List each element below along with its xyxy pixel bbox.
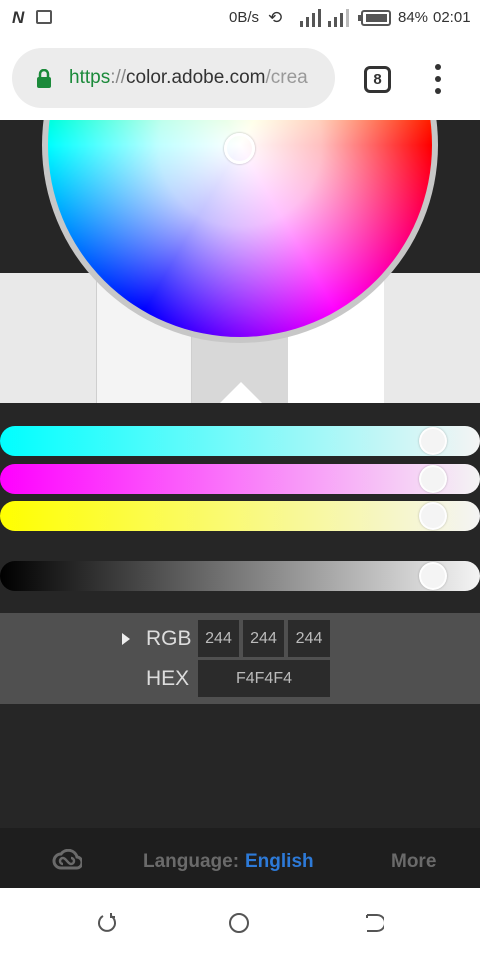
rgb-label[interactable]: RGB [146, 627, 192, 651]
expand-triangle-icon[interactable] [122, 633, 130, 645]
url-path: /crea [265, 67, 308, 88]
back-icon[interactable] [362, 912, 384, 934]
url-protocol: https [69, 67, 111, 88]
magenta-slider[interactable] [0, 464, 480, 494]
selected-swatch-indicator [219, 382, 263, 403]
battery-percent: 84% [398, 9, 429, 26]
rotate-icon: ⟲ [268, 8, 283, 27]
clock: 02:01 [433, 9, 471, 26]
blue-value-field[interactable]: 244 [288, 620, 330, 657]
navigation-bar [0, 888, 480, 960]
magenta-slider-handle[interactable] [419, 465, 447, 493]
screen: N 0B/s ⟲ 84% 02:01 https://color.adobe.c… [0, 0, 480, 960]
browser-toolbar: https://color.adobe.com/crea 8 [0, 36, 480, 120]
more-link[interactable]: More [391, 851, 436, 873]
footer: Language: English More [0, 828, 480, 888]
hex-label: HEX [146, 667, 190, 690]
black-slider-handle[interactable] [419, 562, 447, 590]
battery-icon [358, 10, 391, 26]
screencast-icon [36, 10, 52, 24]
recents-icon[interactable] [96, 912, 118, 934]
signal-icon-2 [328, 9, 349, 27]
cyan-slider-handle[interactable] [419, 427, 447, 455]
signal-icon [300, 9, 321, 27]
language-label: Language: [143, 851, 240, 872]
url-bar[interactable]: https://color.adobe.com/crea [12, 48, 335, 108]
color-swatch[interactable] [384, 273, 480, 403]
home-icon[interactable] [228, 912, 250, 934]
cyan-slider[interactable] [0, 426, 480, 456]
more-options-icon[interactable] [428, 64, 448, 94]
lock-icon [37, 69, 51, 88]
color-wheel-area [0, 120, 480, 403]
url-host: color.adobe.com [126, 67, 266, 88]
tab-switcher-button[interactable]: 8 [364, 66, 391, 93]
hex-value-field[interactable]: F4F4F4 [198, 660, 330, 697]
yellow-slider-handle[interactable] [419, 502, 447, 530]
color-sliders [0, 403, 480, 613]
black-slider[interactable] [0, 561, 480, 591]
color-swatch[interactable] [0, 273, 96, 403]
empty-area [0, 704, 480, 828]
red-value-field[interactable]: 244 [198, 620, 239, 657]
color-wheel-handle[interactable] [224, 133, 255, 164]
creative-cloud-icon[interactable] [52, 849, 82, 871]
url-text: https://color.adobe.com/crea [69, 48, 331, 108]
language-selector[interactable]: English [245, 851, 314, 873]
notification-icon: N [12, 8, 25, 27]
url-separator: :// [110, 67, 127, 88]
yellow-slider[interactable] [0, 501, 480, 531]
status-bar: N 0B/s ⟲ 84% 02:01 [0, 0, 480, 36]
color-values-panel: RGB 244 244 244 HEX F4F4F4 [0, 613, 480, 704]
network-speed: 0B/s [229, 9, 260, 26]
green-value-field[interactable]: 244 [243, 620, 284, 657]
